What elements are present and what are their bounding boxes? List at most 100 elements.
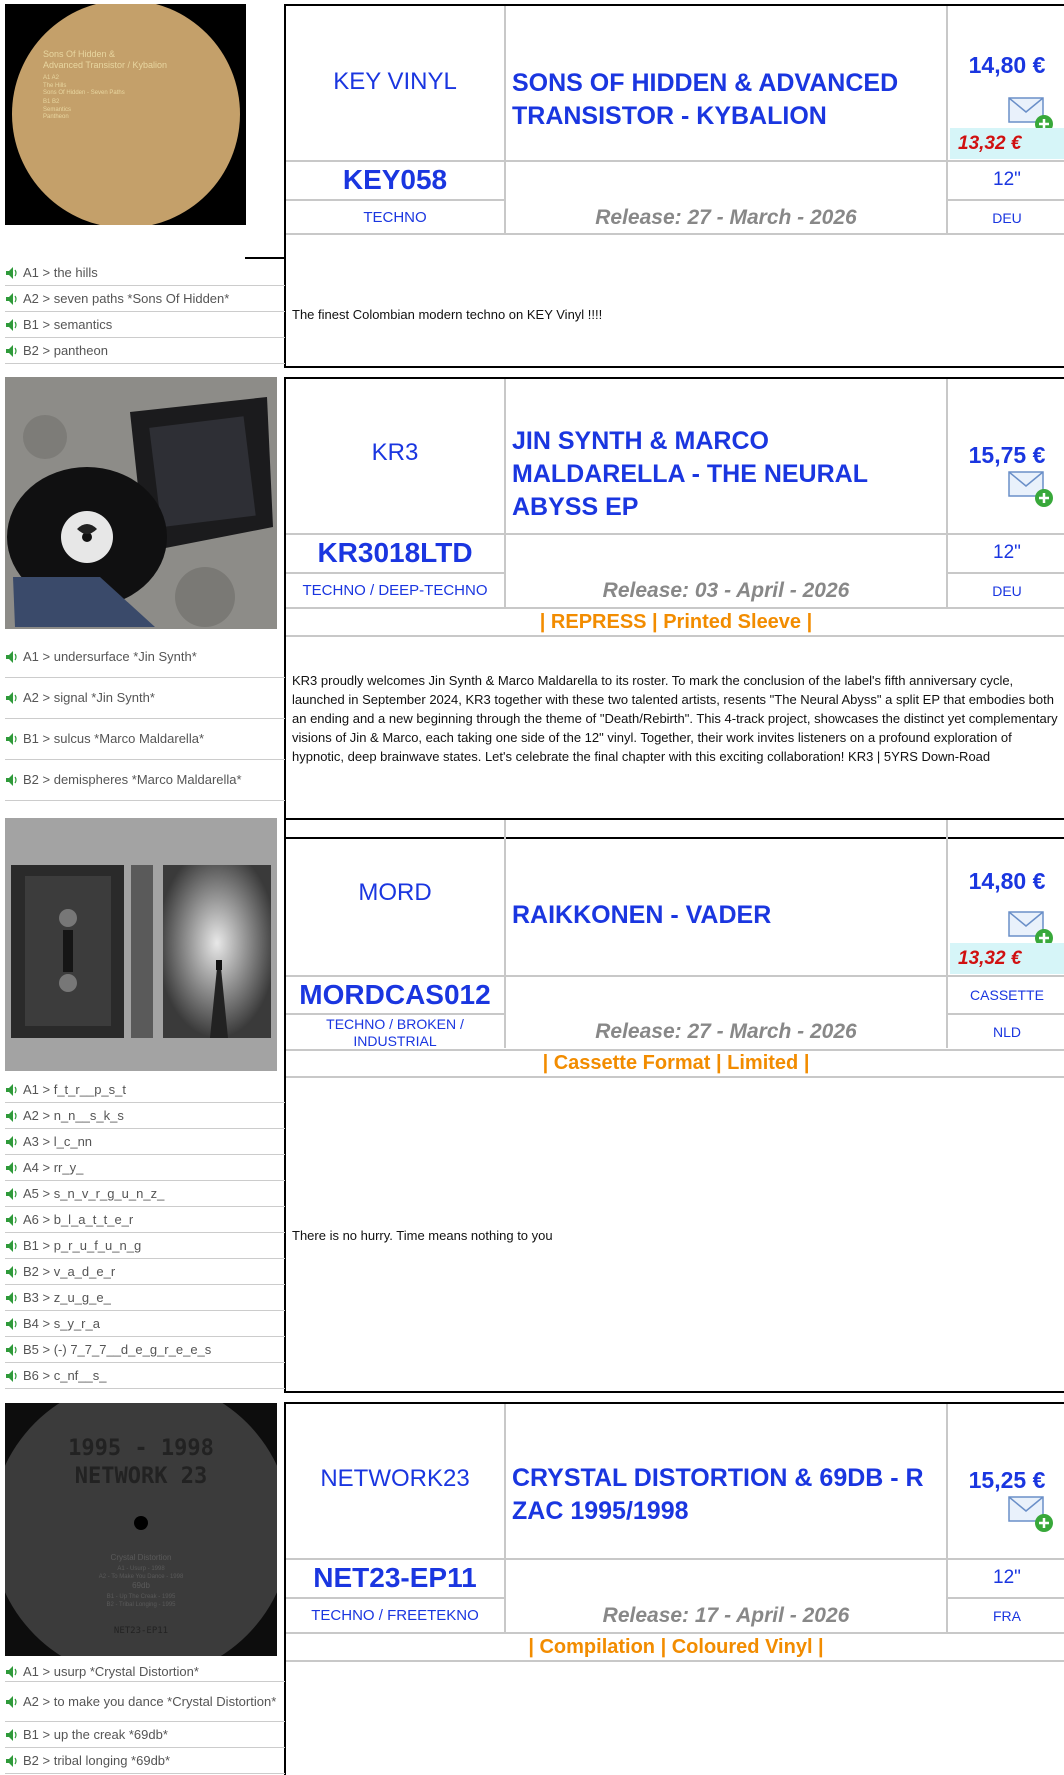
track-row[interactable]: A2 > signal *Jin Synth* xyxy=(5,678,285,719)
track-row[interactable]: B1 > semantics xyxy=(5,312,285,338)
track-row[interactable]: A5 > s_n_v_r_g_u_n_z_ xyxy=(5,1181,285,1207)
speaker-icon[interactable] xyxy=(5,1728,23,1742)
track-row[interactable]: B4 > s_y_r_a xyxy=(5,1311,285,1337)
genre-link[interactable]: TECHNO / FREETEKNO xyxy=(288,1600,502,1631)
cover-text: NET23-EP11 xyxy=(114,1626,168,1636)
price: 15,25 € xyxy=(968,1467,1046,1493)
cover-text: The Hills xyxy=(43,83,66,89)
release-notes: | REPRESS | Printed Sleeve | xyxy=(539,610,813,633)
track-title: B2 > v_a_d_e_r xyxy=(23,1263,116,1279)
track-row[interactable]: A1 > usurp *Crystal Distortion* xyxy=(5,1662,285,1682)
speaker-icon[interactable] xyxy=(5,1317,23,1331)
speaker-icon[interactable] xyxy=(5,773,23,787)
speaker-icon[interactable] xyxy=(5,1343,23,1357)
speaker-icon[interactable] xyxy=(5,732,23,746)
track-row[interactable]: A4 > rr_y_ xyxy=(5,1155,285,1181)
speaker-icon[interactable] xyxy=(5,1291,23,1305)
track-title: A3 > l_c_nn xyxy=(23,1133,93,1149)
track-row[interactable]: B5 > (-) 7_7_7__d_e_g_r_e_e_s xyxy=(5,1337,285,1363)
track-title: B2 > demispheres *Marco Maldarella* xyxy=(23,772,242,787)
speaker-icon[interactable] xyxy=(5,1213,23,1227)
cover-image[interactable]: Sons Of Hidden & Advanced Transistor / K… xyxy=(5,4,246,225)
speaker-icon[interactable] xyxy=(5,1187,23,1201)
label-link[interactable]: NETWORK23 xyxy=(290,1447,500,1511)
format: CASSETTE xyxy=(970,987,1044,1003)
record-sleeve-photo xyxy=(5,377,277,629)
speaker-icon[interactable] xyxy=(5,344,23,358)
catalog-number-link[interactable]: MORDCAS012 xyxy=(288,977,502,1013)
speaker-icon[interactable] xyxy=(5,318,23,332)
genre-link[interactable]: TECHNO / DEEP-TECHNO xyxy=(288,575,502,606)
speaker-icon[interactable] xyxy=(5,1754,23,1768)
label-link[interactable]: MORD xyxy=(290,861,500,925)
discount-price: 13,32 € xyxy=(950,943,1064,974)
track-row[interactable]: B3 > z_u_g_e_ xyxy=(5,1285,285,1311)
track-title: A2 > n_n__s_k_s xyxy=(23,1107,124,1123)
speaker-icon[interactable] xyxy=(5,292,23,306)
cover-text: Sons Of Hidden - Seven Paths xyxy=(43,90,125,96)
track-row[interactable]: A1 > undersurface *Jin Synth* xyxy=(5,637,285,678)
cover-text: 1995 - 1998 xyxy=(68,1436,214,1461)
label-link[interactable]: KR3 xyxy=(290,421,500,485)
release-title-link[interactable]: CRYSTAL DISTORTION & 69DB - R ZAC 1995/1… xyxy=(512,1450,942,1540)
track-row[interactable]: B1 > up the creak *69db* xyxy=(5,1722,285,1748)
tracklist: A1 > f_t_r__p_s_t A2 > n_n__s_k_s A3 > l_c… xyxy=(5,1077,285,1389)
label-link[interactable]: KEY VINYL xyxy=(290,50,500,114)
track-row[interactable]: B2 > demispheres *Marco Maldarella* xyxy=(5,760,285,801)
speaker-icon[interactable] xyxy=(5,1665,23,1679)
track-row[interactable]: B1 > sulcus *Marco Maldarella* xyxy=(5,719,285,760)
speaker-icon[interactable] xyxy=(5,1239,23,1253)
speaker-icon[interactable] xyxy=(5,1695,23,1709)
speaker-icon[interactable] xyxy=(5,1135,23,1149)
track-title: B6 > c_nf__s_ xyxy=(23,1367,107,1383)
speaker-icon[interactable] xyxy=(5,650,23,664)
track-title: B4 > s_y_r_a xyxy=(23,1315,100,1331)
format: 12" xyxy=(993,169,1021,190)
release-title-link[interactable]: SONS OF HIDDEN & ADVANCED TRANSISTOR - K… xyxy=(512,55,932,145)
speaker-icon[interactable] xyxy=(5,1265,23,1279)
track-row[interactable]: A3 > l_c_nn xyxy=(5,1129,285,1155)
genre-link[interactable]: TECHNO xyxy=(288,202,502,233)
add-to-wishlist-button[interactable] xyxy=(1008,1493,1054,1538)
release-title-link[interactable]: RAIKKONEN - VADER xyxy=(512,890,932,940)
cover-text: Advanced Transistor / Kybalion xyxy=(43,60,167,70)
cover-image[interactable]: 1995 - 1998 NETWORK 23 Crystal Distortio… xyxy=(5,1403,277,1656)
track-row[interactable]: A1 > the hills xyxy=(5,260,285,286)
track-row[interactable]: A6 > b_l_a_t_t_e_r xyxy=(5,1207,285,1233)
speaker-icon[interactable] xyxy=(5,1161,23,1175)
track-row[interactable]: A2 > n_n__s_k_s xyxy=(5,1103,285,1129)
cover-image[interactable] xyxy=(5,818,277,1071)
speaker-icon[interactable] xyxy=(5,1369,23,1383)
catalog-number-link[interactable]: KEY058 xyxy=(288,162,502,198)
track-row[interactable]: A2 > seven paths *Sons Of Hidden* xyxy=(5,286,285,312)
track-row[interactable]: B2 > v_a_d_e_r xyxy=(5,1259,285,1285)
add-to-wishlist-button[interactable] xyxy=(1008,468,1054,513)
track-row[interactable]: B1 > p_r_u_f_u_n_g xyxy=(5,1233,285,1259)
release-date: Release: 17 - April - 2026 xyxy=(602,1603,850,1627)
track-row[interactable]: A2 > to make you dance *Crystal Distorti… xyxy=(5,1682,285,1722)
release-date: Release: 27 - March - 2026 xyxy=(595,205,857,229)
track-title: A2 > signal *Jin Synth* xyxy=(23,690,155,705)
cover-text: Pantheon xyxy=(43,114,69,120)
track-row[interactable]: B6 > c_nf__s_ xyxy=(5,1363,285,1389)
track-title: A1 > usurp *Crystal Distortion* xyxy=(23,1663,199,1679)
speaker-icon[interactable] xyxy=(5,1109,23,1123)
speaker-icon[interactable] xyxy=(5,266,23,280)
track-row[interactable]: A1 > f_t_r__p_s_t xyxy=(5,1077,285,1103)
release-title-link[interactable]: JIN SYNTH & MARCO MALDARELLA - THE NEURA… xyxy=(512,424,932,524)
track-title: B1 > semantics xyxy=(23,316,113,332)
track-title: B1 > up the creak *69db* xyxy=(23,1726,168,1742)
speaker-icon[interactable] xyxy=(5,1083,23,1097)
country: DEU xyxy=(992,209,1022,226)
release-date: Release: 27 - March - 2026 xyxy=(595,1019,857,1043)
country: DEU xyxy=(992,582,1022,599)
track-row[interactable]: B2 > pantheon xyxy=(5,338,285,364)
genre-link[interactable]: TECHNO / BROKEN / INDUSTRIAL xyxy=(300,1014,490,1052)
speaker-icon[interactable] xyxy=(5,691,23,705)
format: 12" xyxy=(993,1567,1021,1588)
cover-image[interactable] xyxy=(5,377,277,629)
catalog-number-link[interactable]: NET23-EP11 xyxy=(288,1560,502,1596)
track-title: A5 > s_n_v_r_g_u_n_z_ xyxy=(23,1185,165,1201)
catalog-number-link[interactable]: KR3018LTD xyxy=(288,535,502,571)
track-row[interactable]: B2 > tribal longing *69db* xyxy=(5,1748,285,1774)
